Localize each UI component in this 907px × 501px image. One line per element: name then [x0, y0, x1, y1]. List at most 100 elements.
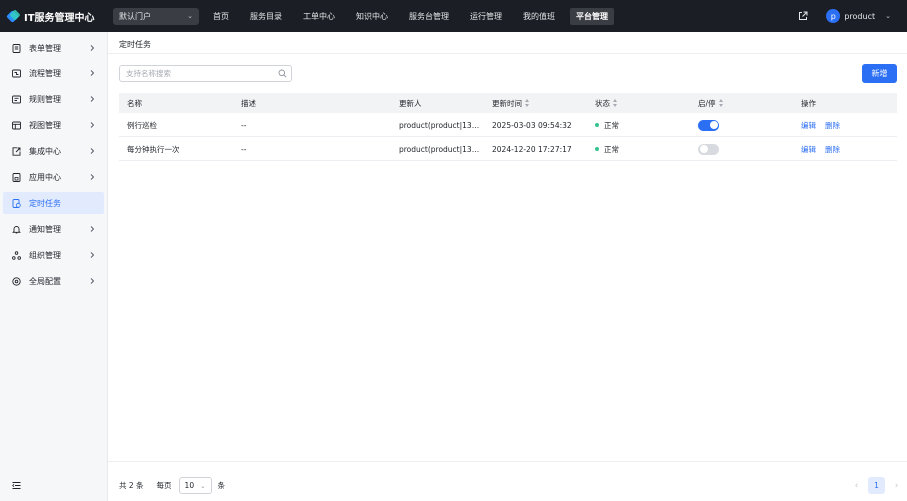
column-header-desc: 描述 [241, 98, 256, 108]
table-row: 例行巡检 -- product(product|13… 2025-03-03 0… [119, 113, 897, 137]
status-text: 正常 [604, 120, 619, 130]
sidebar-item-label: 视图管理 [29, 120, 61, 130]
column-header-status[interactable]: 状态 [595, 93, 618, 113]
cell-updater: product(product|13… [399, 120, 480, 130]
delete-link[interactable]: 删除 [825, 144, 840, 155]
cell-toggle [698, 137, 719, 161]
sidebar-item-org[interactable]: 组织管理 [3, 244, 104, 266]
settings-icon [12, 276, 21, 286]
divider [108, 53, 907, 54]
sort-icon[interactable] [613, 99, 618, 107]
per-page-unit: 条 [217, 481, 226, 490]
rule-icon [12, 95, 21, 103]
user-name[interactable]: product [844, 12, 875, 21]
cell-updater: product(product|13… [399, 144, 480, 154]
external-link-icon[interactable] [798, 11, 808, 21]
status-dot-icon [595, 147, 599, 151]
cell-desc: -- [241, 120, 247, 130]
status-dot-icon [595, 123, 599, 127]
page-title: 定时任务 [119, 40, 151, 49]
per-page-label: 每页 [156, 481, 172, 490]
column-header-name: 名称 [127, 98, 142, 108]
sidebar-item-label: 定时任务 [29, 198, 61, 208]
sidebar-item-label: 应用中心 [29, 172, 61, 182]
enable-switch[interactable] [698, 119, 719, 131]
sidebar-item-notification[interactable]: 通知管理 [3, 218, 104, 240]
sidebar-item-app[interactable]: 应用中心 [3, 166, 104, 188]
cell-updated-time: 2025-03-03 09:54:32 [492, 120, 572, 130]
column-header-updated-time[interactable]: 更新时间 [492, 93, 530, 113]
page-size-select[interactable]: 10 ⌄ [178, 477, 212, 494]
process-icon [12, 69, 21, 77]
nav-operations[interactable]: 运行管理 [470, 8, 502, 25]
main-content: 定时任务 新增 名称 描述 更新人 更新时间 状态 启/停 操作 例行巡检 --… [108, 32, 907, 501]
form-icon [12, 43, 21, 53]
sidebar-item-integration[interactable]: 集成中心 [3, 140, 104, 162]
portal-select-value: 默认门户 [119, 11, 151, 21]
avatar[interactable]: p [826, 9, 841, 23]
column-header-actions: 操作 [801, 98, 816, 108]
delete-link[interactable]: 删除 [825, 120, 840, 131]
nav-knowledge-center[interactable]: 知识中心 [356, 8, 388, 25]
integration-icon [12, 146, 21, 156]
sidebar-item-global-config[interactable]: 全局配置 [3, 270, 104, 292]
portal-select[interactable]: 默认门户 ⌄ [113, 7, 199, 25]
add-button[interactable]: 新增 [862, 64, 897, 83]
nav-platform-management[interactable]: 平台管理 [570, 7, 614, 25]
sort-icon[interactable] [718, 99, 724, 107]
app-icon [12, 172, 21, 182]
status-text: 正常 [604, 144, 619, 154]
chevron-right-icon [90, 96, 95, 102]
top-bar: IT服务管理中心 默认门户 ⌄ 首页 服务目录 工单中心 知识中心 服务台管理 … [0, 0, 907, 32]
search-box [119, 65, 292, 82]
sidebar-item-label: 表单管理 [29, 43, 61, 53]
nav-home[interactable]: 首页 [213, 8, 229, 25]
sort-icon[interactable] [525, 99, 530, 107]
sidebar-item-process[interactable]: 流程管理 [3, 62, 104, 84]
app-logo[interactable]: IT服务管理中心 [6, 9, 104, 24]
nav-ticket-center[interactable]: 工单中心 [303, 8, 335, 25]
column-header-toggle[interactable]: 启/停 [698, 93, 724, 113]
page-number[interactable]: 1 [868, 477, 885, 494]
cell-actions: 编辑 删除 [801, 113, 849, 137]
nav-service-desk[interactable]: 服务台管理 [409, 8, 449, 25]
cell-name: 每分钟执行一次 [127, 144, 180, 154]
org-icon [12, 250, 21, 260]
chevron-right-icon [90, 148, 95, 154]
enable-switch[interactable] [698, 143, 719, 155]
prev-page-icon[interactable]: ‹ [848, 477, 865, 494]
chevron-down-icon: ⌄ [200, 481, 206, 490]
sidebar-item-timer-task[interactable]: 定时任务 [3, 192, 104, 214]
cell-actions: 编辑 删除 [801, 137, 849, 161]
logo-icon [6, 9, 21, 23]
chevron-down-icon[interactable]: ⌄ [885, 12, 891, 20]
sidebar: 表单管理 流程管理 规则管理 视图管理 集成中心 应用中心 定时任务 通知管理 … [0, 32, 108, 501]
sidebar-item-rule[interactable]: 规则管理 [3, 88, 104, 110]
top-nav: 首页 服务目录 工单中心 知识中心 服务台管理 运行管理 我的值班 平台管理 [213, 0, 635, 32]
cell-updated-time: 2024-12-20 17:27:17 [492, 144, 572, 154]
cell-desc: -- [241, 144, 247, 154]
task-table: 名称 描述 更新人 更新时间 状态 启/停 操作 例行巡检 -- product… [119, 93, 897, 161]
chevron-right-icon [90, 45, 95, 51]
nav-my-duty[interactable]: 我的值班 [523, 8, 555, 25]
sidebar-item-view[interactable]: 视图管理 [3, 114, 104, 136]
search-icon[interactable] [278, 69, 287, 78]
table-row: 每分钟执行一次 -- product(product|13… 2024-12-2… [119, 137, 897, 161]
bell-icon [12, 225, 21, 233]
view-icon [12, 121, 21, 129]
timer-task-icon [12, 198, 21, 208]
edit-link[interactable]: 编辑 [801, 120, 816, 131]
sidebar-item-label: 通知管理 [29, 224, 61, 234]
nav-service-catalog[interactable]: 服务目录 [250, 8, 282, 25]
chevron-right-icon [90, 70, 95, 76]
search-input[interactable] [126, 69, 276, 78]
sidebar-item-form[interactable]: 表单管理 [3, 37, 104, 59]
sidebar-item-label: 组织管理 [29, 250, 61, 260]
sidebar-item-label: 集成中心 [29, 146, 61, 156]
chevron-right-icon [90, 252, 95, 258]
cell-name: 例行巡检 [127, 120, 157, 130]
column-header-updater: 更新人 [399, 98, 422, 108]
next-page-icon[interactable]: › [888, 477, 905, 494]
collapse-sidebar-icon[interactable] [12, 481, 21, 490]
edit-link[interactable]: 编辑 [801, 144, 816, 155]
